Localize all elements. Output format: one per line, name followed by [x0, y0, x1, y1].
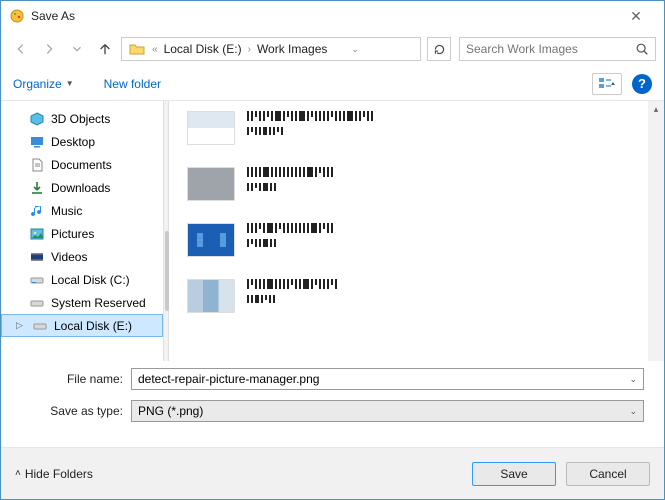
- toolbar: Organize ▼ New folder ?: [1, 67, 664, 101]
- filename-label: File name:: [21, 372, 131, 386]
- breadcrumb-item[interactable]: Local Disk (E:): [160, 42, 246, 56]
- refresh-button[interactable]: [427, 37, 451, 61]
- view-options-button[interactable]: [592, 73, 622, 95]
- filetype-row: Save as type: PNG (*.png) ⌄: [1, 397, 664, 425]
- filetype-label: Save as type:: [21, 404, 131, 418]
- tree-item-documents[interactable]: Documents: [1, 153, 163, 176]
- search-icon[interactable]: [635, 42, 649, 56]
- save-button[interactable]: Save: [472, 462, 556, 486]
- chevron-down-icon: ▼: [66, 79, 74, 88]
- nav-tree[interactable]: 3D Objects Desktop Documents Downloads M…: [1, 101, 163, 361]
- tree-label: Pictures: [51, 227, 94, 241]
- filetype-value: PNG (*.png): [138, 404, 629, 418]
- thumbnail: [187, 279, 235, 313]
- tree-label: Documents: [51, 158, 112, 172]
- file-item[interactable]: [187, 223, 664, 257]
- filename-input[interactable]: [138, 372, 629, 386]
- cancel-button[interactable]: Cancel: [566, 462, 650, 486]
- tree-item-system-reserved[interactable]: System Reserved: [1, 291, 163, 314]
- organize-menu[interactable]: Organize ▼: [13, 77, 74, 91]
- chevron-right-icon: ›: [246, 44, 253, 55]
- organize-label: Organize: [13, 77, 62, 91]
- tree-label: Desktop: [51, 135, 95, 149]
- thumbnail: [187, 111, 235, 145]
- titlebar: Save As ✕: [1, 1, 664, 31]
- tree-item-3d-objects[interactable]: 3D Objects: [1, 107, 163, 130]
- hide-folders-toggle[interactable]: ˄ Hide Folders: [15, 467, 93, 481]
- tree-label: Local Disk (C:): [51, 273, 130, 287]
- tree-item-local-disk-e[interactable]: ▷ Local Disk (E:): [1, 314, 163, 337]
- filename-row: File name: ⌄: [1, 365, 664, 393]
- address-dropdown[interactable]: ⌄: [331, 44, 360, 55]
- documents-icon: [29, 157, 45, 173]
- tree-item-music[interactable]: Music: [1, 199, 163, 222]
- file-list[interactable]: ▴: [169, 101, 664, 361]
- new-folder-button[interactable]: New folder: [104, 77, 161, 91]
- file-meta-redacted: [247, 295, 337, 303]
- window-title: Save As: [31, 9, 616, 23]
- filetype-combo[interactable]: PNG (*.png) ⌄: [131, 400, 644, 422]
- tree-label: Local Disk (E:): [54, 319, 132, 333]
- file-name-redacted: [247, 279, 337, 289]
- forward-button[interactable]: [37, 37, 61, 61]
- tree-label: Music: [51, 204, 82, 218]
- scrollbar[interactable]: ▴: [648, 101, 664, 361]
- pictures-icon: [29, 226, 45, 242]
- body: 3D Objects Desktop Documents Downloads M…: [1, 101, 664, 361]
- filename-field[interactable]: ⌄: [131, 368, 644, 390]
- thumbnail: [187, 167, 235, 201]
- scroll-up-icon[interactable]: ▴: [648, 101, 664, 117]
- chevron-down-icon: ⌄: [629, 406, 637, 417]
- drive-icon: [32, 318, 48, 334]
- help-button[interactable]: ?: [632, 74, 652, 94]
- address-bar[interactable]: « Local Disk (E:) › Work Images ⌄: [121, 37, 421, 61]
- bottom-bar: ˄ Hide Folders Save Cancel: [1, 447, 664, 499]
- thumbnail: [187, 223, 235, 257]
- up-button[interactable]: [93, 37, 117, 61]
- file-name-redacted: [247, 223, 333, 233]
- navbar: « Local Disk (E:) › Work Images ⌄: [1, 31, 664, 67]
- tree-label: 3D Objects: [51, 112, 110, 126]
- 3d-objects-icon: [29, 111, 45, 127]
- close-button[interactable]: ✕: [616, 1, 656, 31]
- videos-icon: [29, 249, 45, 265]
- tree-item-videos[interactable]: Videos: [1, 245, 163, 268]
- file-name-redacted: [247, 167, 333, 177]
- tree-item-pictures[interactable]: Pictures: [1, 222, 163, 245]
- tree-item-desktop[interactable]: Desktop: [1, 130, 163, 153]
- tree-label: Downloads: [51, 181, 110, 195]
- chevron-up-icon: ˄: [15, 468, 21, 479]
- tree-label: Videos: [51, 250, 87, 264]
- file-meta-redacted: [247, 127, 373, 135]
- back-button[interactable]: [9, 37, 33, 61]
- breadcrumb-item[interactable]: Work Images: [253, 42, 331, 56]
- search-input[interactable]: [466, 42, 635, 56]
- folder-icon: [128, 40, 146, 58]
- tree-label: System Reserved: [51, 296, 146, 310]
- desktop-icon: [29, 134, 45, 150]
- file-item[interactable]: [187, 279, 664, 313]
- file-item[interactable]: [187, 111, 664, 145]
- search-box[interactable]: [459, 37, 656, 61]
- file-meta-redacted: [247, 183, 333, 191]
- drive-icon: [29, 295, 45, 311]
- expand-icon[interactable]: ▷: [16, 320, 26, 331]
- file-item[interactable]: [187, 167, 664, 201]
- file-meta-redacted: [247, 239, 333, 247]
- app-icon: [9, 8, 25, 24]
- music-icon: [29, 203, 45, 219]
- file-name-redacted: [247, 111, 373, 121]
- downloads-icon: [29, 180, 45, 196]
- recent-dropdown[interactable]: [65, 37, 89, 61]
- chevron-down-icon[interactable]: ⌄: [629, 374, 637, 385]
- tree-item-downloads[interactable]: Downloads: [1, 176, 163, 199]
- hide-folders-label: Hide Folders: [25, 467, 93, 481]
- tree-item-local-disk-c[interactable]: Local Disk (C:): [1, 268, 163, 291]
- drive-icon: [29, 272, 45, 288]
- chevron-left-icon: «: [150, 44, 160, 55]
